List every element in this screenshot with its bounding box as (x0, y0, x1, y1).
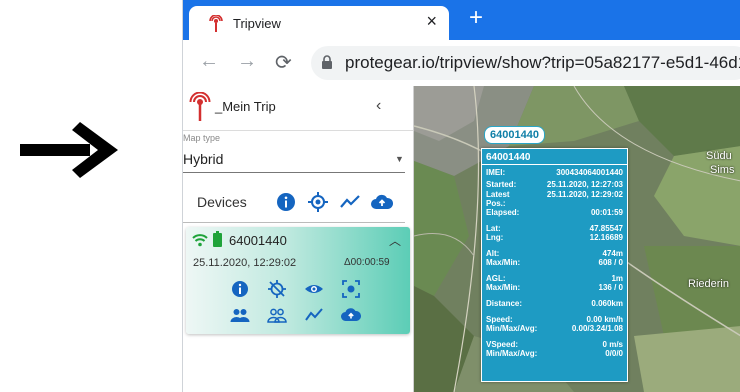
popup-row-label: IMEI: (486, 168, 506, 177)
select-underline (183, 172, 405, 173)
popup-row-label: Elapsed: (486, 208, 520, 217)
devices-label: Devices (197, 194, 247, 210)
divider (183, 130, 413, 131)
trip-title: _Mein Trip (215, 99, 276, 114)
chevron-left-icon[interactable]: ‹ (376, 97, 381, 115)
close-tab-icon[interactable]: × (426, 11, 437, 32)
map-place-label: Sims (710, 164, 735, 176)
popup-row-value: 608 / 0 (598, 258, 623, 267)
tripview-favicon-icon (209, 15, 223, 32)
tab-title: Tripview (233, 16, 281, 31)
popup-row-value: 300434064001440 (556, 168, 623, 177)
popup-row-label: Distance: (486, 299, 523, 308)
address-bar: ← → ⟳ protegear.io/tripview/show?trip=05… (183, 40, 740, 87)
divider (183, 222, 405, 223)
popup-row-label: Alt: (486, 249, 500, 258)
dropdown-arrow-icon[interactable]: ▼ (395, 154, 404, 164)
popup-row-value: 0 m/s (602, 340, 623, 349)
map-place-label: Riederin (688, 278, 729, 290)
cloud-upload-icon[interactable] (341, 305, 361, 325)
popup-row-value: 12.16689 (589, 233, 623, 242)
map-view[interactable]: Südu Sims Riederin 64001440 64001440 IME… (414, 86, 740, 392)
tab-bar: Tripview × + (183, 0, 740, 40)
popup-row-value: 0.00/3.24/1.08 (571, 324, 623, 333)
popup-title: 64001440 (486, 152, 531, 163)
battery-icon (213, 231, 222, 247)
url-field[interactable]: protegear.io/tripview/show?trip=05a82177… (311, 46, 740, 80)
popup-row-value: 00:01:59 (590, 208, 623, 217)
popup-row-label: Started: (486, 180, 517, 189)
forward-icon[interactable]: → (237, 50, 257, 73)
popup-row-label: Speed: (486, 315, 513, 324)
device-info-popup: 64001440 IMEI: 300434064001440 Started: 25.… (481, 148, 628, 382)
focus-icon[interactable] (341, 279, 361, 299)
device-card[interactable]: 64001440 ︿ 25.11.2020, 12:29:02 Δ00:00:5… (186, 227, 410, 334)
lock-icon (322, 55, 332, 69)
eye-icon[interactable] (304, 279, 324, 299)
back-icon[interactable]: ← (199, 50, 219, 73)
popup-row-label: Max/Min: (486, 258, 521, 267)
tab-tripview[interactable]: Tripview × (189, 6, 449, 40)
page-content: _Mein Trip ‹ Map type Hybrid ▼ Devices 6… (183, 86, 740, 392)
device-timestamp: 25.11.2020, 12:29:02 (193, 257, 297, 269)
reload-icon[interactable]: ⟳ (275, 50, 292, 75)
popup-row-label: AGL: (486, 274, 506, 283)
popup-row-label: Lat: (486, 224, 501, 233)
info-icon[interactable] (230, 279, 250, 299)
popup-row-value: 1m (611, 274, 623, 283)
popup-row-label: Latest (486, 190, 510, 199)
cloud-upload-icon[interactable] (371, 191, 393, 213)
device-elapsed: Δ00:00:59 (344, 257, 390, 268)
popup-row-label: Max/Min: (486, 283, 521, 292)
arrow-right-icon (20, 122, 118, 178)
popup-row-value: 25.11.2020, 12:29:02 (546, 190, 623, 199)
device-marker-label[interactable]: 64001440 (484, 126, 545, 144)
popup-row-label: VSpeed: (486, 340, 519, 349)
url-text: protegear.io/tripview/show?trip=05a82177… (345, 53, 740, 72)
popup-row-value: 47.85547 (589, 224, 623, 233)
trip-header: _Mein Trip ‹ (183, 86, 413, 130)
trip-sidebar: _Mein Trip ‹ Map type Hybrid ▼ Devices 6… (183, 86, 414, 392)
popup-row-value: 474m (602, 249, 623, 258)
popup-row-label: Pos.: (486, 199, 506, 208)
group-outline-icon[interactable] (267, 305, 287, 325)
map-type-select[interactable]: Hybrid (183, 151, 223, 167)
popup-row-value: 0/0/0 (605, 349, 623, 358)
popup-row-label: Min/Max/Avg: (486, 349, 538, 358)
popup-row-value: 0.00 km/h (586, 315, 623, 324)
no-tracking-icon[interactable] (267, 279, 287, 299)
browser-window: Tripview × + ← → ⟳ protegear.io/tripview… (182, 0, 740, 392)
chart-icon[interactable] (339, 191, 361, 213)
popup-row-value: 0.060km (591, 299, 623, 308)
devices-toolbar (275, 191, 405, 215)
popup-row-value: 136 / 0 (598, 283, 623, 292)
group-icon[interactable] (230, 305, 250, 325)
pin-antenna-icon (189, 92, 211, 121)
chevron-up-icon[interactable]: ︿ (389, 232, 401, 249)
locate-icon[interactable] (307, 191, 329, 213)
info-icon[interactable] (275, 191, 297, 213)
popup-divider (482, 164, 627, 165)
map-place-label: Südu (706, 150, 732, 162)
wifi-signal-icon (192, 234, 208, 247)
chart-icon[interactable] (304, 305, 324, 325)
popup-row-label: Lng: (486, 233, 504, 242)
map-type-label: Map type (183, 133, 221, 143)
popup-row-value: 25.11.2020, 12:27:03 (546, 180, 623, 189)
popup-row-label: Min/Max/Avg: (486, 324, 538, 333)
new-tab-icon[interactable]: + (469, 6, 483, 30)
device-name: 64001440 (229, 233, 287, 248)
